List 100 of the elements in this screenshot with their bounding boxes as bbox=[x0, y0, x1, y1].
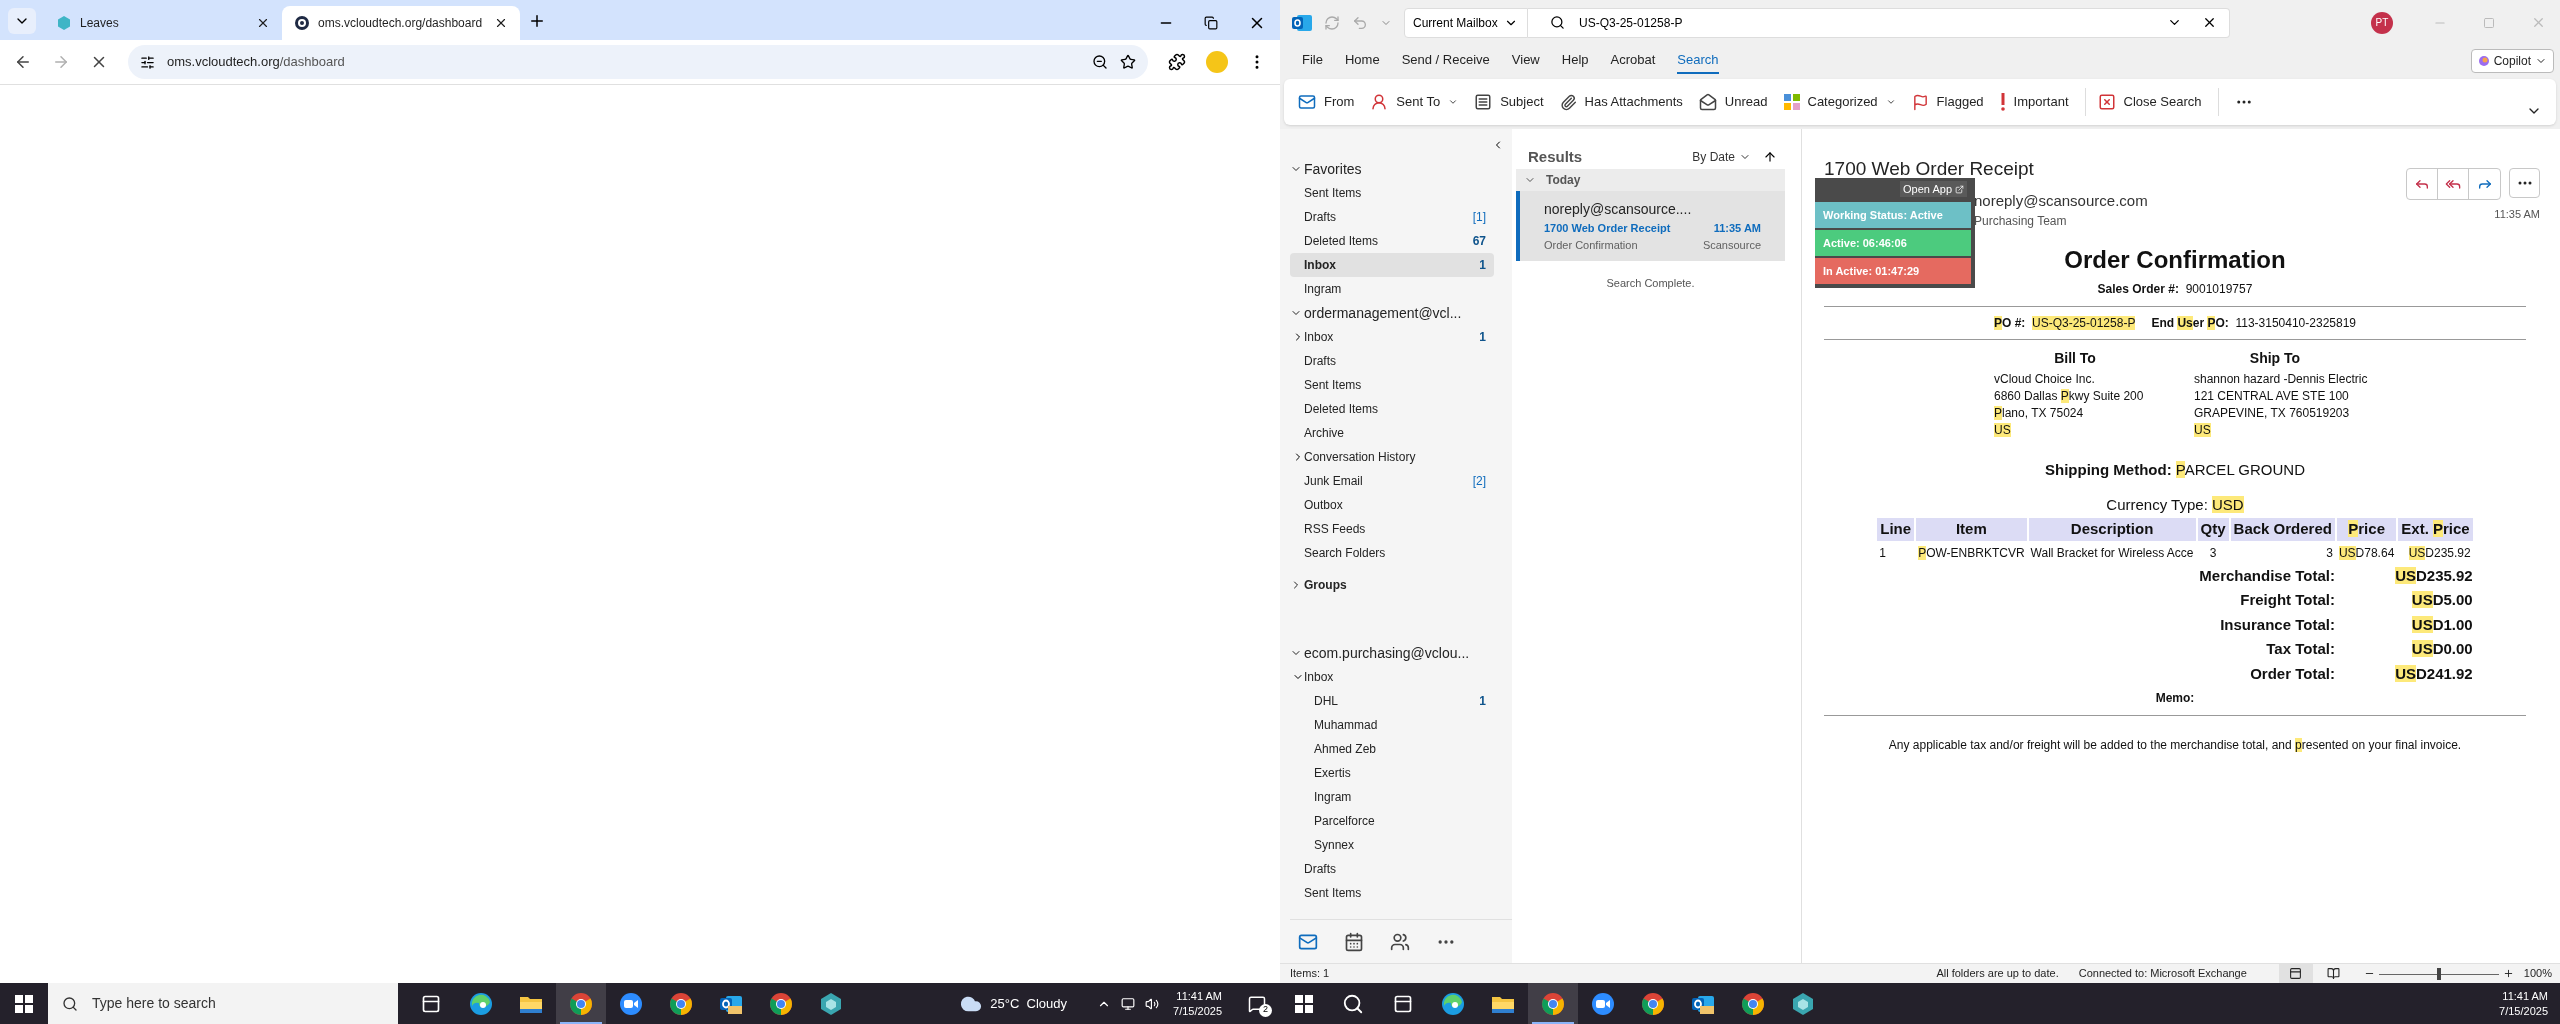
site-info-icon[interactable] bbox=[140, 54, 155, 70]
ribbon-button[interactable]: Subject bbox=[1474, 92, 1544, 112]
people-icon[interactable] bbox=[1390, 931, 1410, 952]
browser-logo-icon[interactable] bbox=[1741, 991, 1765, 1016]
back-icon[interactable] bbox=[14, 53, 32, 71]
ribbon-button[interactable]: Sent To bbox=[1370, 92, 1459, 112]
sort-direction-icon[interactable] bbox=[1763, 150, 1777, 164]
sort-dropdown[interactable]: By Date bbox=[1692, 148, 1751, 166]
folder-item[interactable]: Search Folders bbox=[1290, 541, 1494, 565]
taskbar-clock[interactable]: 11:41 AM 7/15/2025 bbox=[2499, 988, 2548, 1019]
video-call-icon[interactable] bbox=[619, 991, 643, 1016]
folder-item[interactable]: Outbox bbox=[1290, 493, 1494, 517]
ribbon-button[interactable]: Flagged bbox=[1911, 92, 1984, 112]
close-tab-icon[interactable] bbox=[494, 16, 508, 30]
menu-tab[interactable]: Home bbox=[1344, 48, 1380, 74]
folder-item[interactable]: Ingram bbox=[1290, 785, 1494, 809]
browser-logo-icon[interactable] bbox=[1641, 991, 1665, 1016]
profile-avatar[interactable]: PT bbox=[2371, 11, 2393, 34]
start-icon[interactable] bbox=[15, 994, 33, 1013]
start-icon[interactable] bbox=[1295, 994, 1313, 1013]
folder-item[interactable]: Drafts [1] bbox=[1290, 205, 1494, 229]
ribbon-button[interactable]: Categorized bbox=[1783, 92, 1896, 112]
taskbar-search[interactable]: Type here to search bbox=[48, 983, 398, 1024]
reading-view-icon[interactable] bbox=[2326, 967, 2340, 980]
message-item[interactable]: noreply@scansource.... 1700 Web Order Receipt 11:35 AM Order Confirmation Scansource bbox=[1516, 191, 1785, 261]
folder-item[interactable]: Inbox bbox=[1290, 665, 1494, 689]
folder-item[interactable]: RSS Feeds bbox=[1290, 517, 1494, 541]
network-icon[interactable] bbox=[1121, 996, 1136, 1011]
folder-item[interactable]: Synnex bbox=[1290, 833, 1494, 857]
folder-item[interactable]: Deleted Items bbox=[1290, 397, 1494, 421]
browser-logo-icon[interactable] bbox=[1541, 991, 1565, 1016]
restore-icon[interactable] bbox=[1204, 16, 1218, 30]
browser-logo-icon[interactable] bbox=[569, 991, 593, 1016]
close-tab-icon[interactable] bbox=[256, 16, 270, 30]
task-view-icon[interactable] bbox=[421, 993, 441, 1014]
clear-search-icon[interactable] bbox=[2202, 15, 2217, 30]
notifications-icon[interactable] bbox=[1248, 994, 1266, 1013]
menu-tab[interactable]: Send / Receive bbox=[1401, 48, 1490, 74]
folder-item[interactable]: Conversation History bbox=[1290, 445, 1494, 469]
ribbon-button[interactable]: Has Attachments bbox=[1559, 92, 1683, 112]
folder-section-header[interactable]: Groups bbox=[1290, 573, 1494, 597]
ribbon-button[interactable]: Unread bbox=[1698, 92, 1768, 112]
folder-item[interactable]: DHL 1 bbox=[1290, 689, 1494, 713]
scope-dropdown[interactable]: Current Mailbox bbox=[1404, 7, 1528, 38]
zoom-in-icon[interactable] bbox=[2502, 968, 2514, 979]
taskbar-clock[interactable]: 11:41 AM 7/15/2025 bbox=[1173, 988, 1222, 1019]
weather-text[interactable]: 25°C Cloudy bbox=[990, 993, 1068, 1014]
menu-tab[interactable]: View bbox=[1511, 48, 1540, 74]
folder-section-header[interactable]: ordermanagement@vcl... bbox=[1290, 301, 1494, 325]
copilot-button[interactable]: Copilot bbox=[2470, 49, 2554, 73]
search-field[interactable]: US-Q3-25-01258-P bbox=[1528, 7, 2230, 38]
folder-item[interactable]: Archive bbox=[1290, 421, 1494, 445]
folder-item[interactable]: Ahmed Zeb bbox=[1290, 737, 1494, 761]
task-view-icon[interactable] bbox=[1393, 993, 1413, 1014]
new-tab-icon[interactable] bbox=[528, 12, 546, 30]
ribbon-button[interactable]: From bbox=[1298, 92, 1355, 112]
folder-item[interactable]: Drafts bbox=[1290, 349, 1494, 373]
search-icon[interactable] bbox=[1342, 992, 1364, 1015]
calendar-icon[interactable] bbox=[1344, 931, 1364, 952]
normal-view-icon[interactable] bbox=[2289, 967, 2303, 980]
browser-logo-icon[interactable] bbox=[669, 991, 693, 1016]
video-call-icon[interactable] bbox=[1591, 991, 1615, 1016]
folder-item[interactable]: Exertis bbox=[1290, 761, 1494, 785]
folder-item[interactable]: Sent Items bbox=[1290, 881, 1494, 905]
folder-item[interactable]: Junk Email [2] bbox=[1290, 469, 1494, 493]
extensions-icon[interactable] bbox=[1168, 53, 1186, 71]
menu-tab[interactable]: File bbox=[1302, 48, 1323, 74]
folder-item[interactable]: Inbox 1 bbox=[1290, 325, 1494, 349]
folder-item[interactable]: Deleted Items 67 bbox=[1290, 229, 1494, 253]
menu-tab[interactable]: Acrobat bbox=[1610, 48, 1656, 74]
zoom-out-icon[interactable] bbox=[1092, 54, 1108, 70]
group-header[interactable]: Today bbox=[1516, 169, 1785, 191]
browser-logo-icon[interactable] bbox=[769, 991, 793, 1016]
open-app-link[interactable]: Open App bbox=[1900, 180, 1967, 198]
browser-tab[interactable]: Leaves bbox=[44, 6, 282, 40]
search-input[interactable]: US-Q3-25-01258-P bbox=[1579, 13, 2167, 32]
folder-item[interactable]: Inbox 1 bbox=[1290, 253, 1494, 277]
cube-icon[interactable] bbox=[819, 991, 843, 1016]
menu-tab[interactable]: Help bbox=[1561, 48, 1589, 74]
wave-logo-icon[interactable] bbox=[469, 991, 493, 1016]
ribbon-button[interactable]: Important bbox=[1999, 92, 2069, 112]
zoom-slider[interactable] bbox=[2378, 967, 2499, 980]
zoom-slider-thumb[interactable] bbox=[2436, 967, 2441, 980]
menu-tab[interactable]: Search bbox=[1677, 48, 1719, 74]
ribbon-button[interactable]: Close Search bbox=[2097, 92, 2202, 112]
bookmark-star-icon[interactable] bbox=[1120, 54, 1136, 70]
browser-tab[interactable]: oms.vcloudtech.org/dashboard bbox=[282, 6, 520, 40]
folder-item[interactable]: Parcelforce bbox=[1290, 809, 1494, 833]
cube-icon[interactable] bbox=[1791, 991, 1815, 1016]
folder-section-header[interactable]: Favorites bbox=[1290, 157, 1494, 181]
column-header: Item bbox=[1916, 518, 2027, 541]
folder-section-header[interactable]: ecom.purchasing@vclou... bbox=[1290, 641, 1494, 665]
volume-icon[interactable] bbox=[1145, 996, 1160, 1011]
folder-item[interactable]: Ingram bbox=[1290, 277, 1494, 301]
folder-item[interactable]: Sent Items bbox=[1290, 373, 1494, 397]
folder-item[interactable]: Sent Items bbox=[1290, 181, 1494, 205]
folder-item[interactable]: Muhammad bbox=[1290, 713, 1494, 737]
wave-logo-icon[interactable] bbox=[1441, 991, 1465, 1016]
address-bar[interactable]: oms.vcloudtech.org/dashboard bbox=[128, 45, 1148, 79]
folder-item[interactable]: Drafts bbox=[1290, 857, 1494, 881]
